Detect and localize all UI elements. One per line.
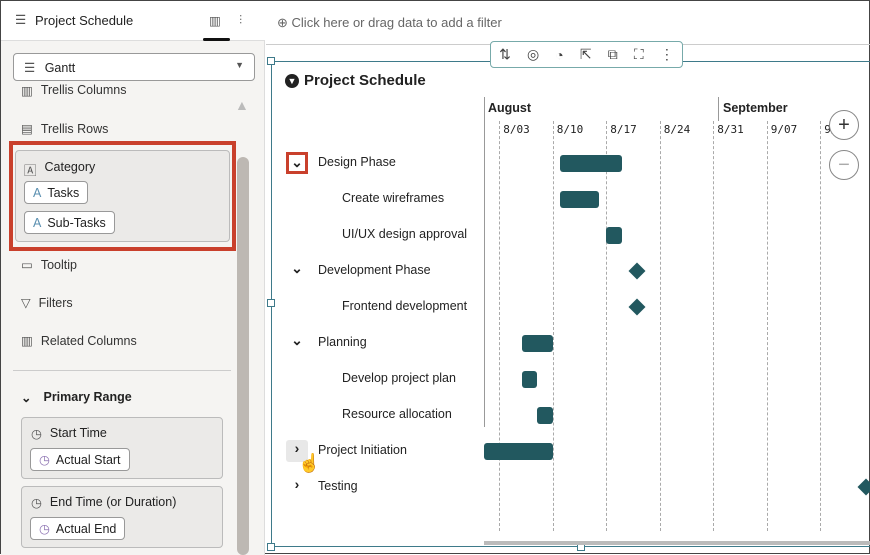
pill-label: Actual Start <box>55 452 121 467</box>
timeline-scrollbar[interactable] <box>484 541 870 545</box>
visualization-canvas[interactable] <box>271 61 870 547</box>
clock-icon: ◷ <box>31 427 42 441</box>
tasks-pill[interactable]: A Tasks <box>24 181 89 204</box>
plus-icon: + <box>838 113 850 136</box>
task-bar[interactable] <box>522 335 553 352</box>
item-label: Filters <box>38 295 73 310</box>
primary-range-header[interactable]: ⌄ Primary Range <box>21 390 132 405</box>
resize-handle[interactable] <box>267 543 275 551</box>
category-label: Category <box>44 160 96 174</box>
rows-icon: ▤ <box>21 122 33 136</box>
category-drop-zone[interactable]: 🄰 Category A Tasks A Sub-Tasks <box>15 150 230 242</box>
chevron-right-icon[interactable]: › <box>286 440 308 462</box>
task-bar[interactable] <box>606 227 622 244</box>
actual-start-pill[interactable]: ◷ Actual Start <box>30 448 130 471</box>
task-bar[interactable] <box>560 191 599 208</box>
item-label: Related Columns <box>40 333 137 348</box>
pill-label: Sub-Tasks <box>47 215 106 230</box>
item-label: Trellis Columns <box>40 83 127 97</box>
panel-header: ☰ Project Schedule ▥ ⫶ <box>1 1 265 41</box>
grammar-tab-icon[interactable]: ▥ <box>209 13 221 28</box>
clock-icon: ◷ <box>39 453 50 467</box>
zoom-out-button[interactable]: − <box>829 150 859 180</box>
clock-icon: ◷ <box>39 522 50 536</box>
chart-title: ▼ Project Schedule <box>285 72 426 89</box>
chevron-right-icon[interactable]: › <box>286 476 308 498</box>
chevron-down-icon[interactable]: ⌄ <box>286 260 308 282</box>
panel-scrollbar[interactable] <box>237 157 249 555</box>
trellis-columns-item[interactable]: ▥ Trellis Columns <box>21 83 126 97</box>
resize-handle[interactable] <box>267 299 275 307</box>
panel-title: Project Schedule <box>35 13 134 28</box>
chevron-down-icon[interactable]: ⌄ <box>286 332 308 354</box>
viz-type-value: Gantt <box>44 61 76 75</box>
text-attribute-icon: A <box>33 215 42 230</box>
properties-tab-icon[interactable]: ⫶ <box>239 13 242 28</box>
tooltip-item[interactable]: ▭ Tooltip <box>21 257 77 273</box>
viz-type-select[interactable]: ☰ Gantt ▼ <box>13 53 255 81</box>
export-icon[interactable]: ⇱ <box>580 46 592 63</box>
tooltip-icon: ▭ <box>21 258 33 272</box>
text-attribute-icon: A <box>33 185 42 200</box>
chevron-down-icon: ▼ <box>235 60 244 70</box>
sort-icon[interactable]: ⇅ <box>499 46 511 63</box>
active-tab-indicator <box>203 38 230 41</box>
gantt-icon: ☰ <box>15 13 27 27</box>
end-time-zone[interactable]: ◷ End Time (or Duration) ◷ Actual End <box>21 486 223 548</box>
target-icon[interactable]: ◎ <box>527 46 539 63</box>
chart-type-icon[interactable]: ◔ <box>555 47 563 63</box>
zone-label: Start Time <box>49 426 107 440</box>
viz-toolbar: ⇅ ◎ ◔ ⇱ ⧉ ⛶ ⋮ <box>490 41 683 68</box>
pill-label: Actual End <box>55 521 117 536</box>
filter-placeholder: Click here or drag data to add a filter <box>291 15 502 30</box>
task-bar[interactable] <box>560 155 622 172</box>
task-bar[interactable] <box>537 407 553 424</box>
related-columns-item[interactable]: ▥ Related Columns <box>21 333 137 349</box>
filters-item[interactable]: ▽ Filters <box>21 295 73 311</box>
chart-title-text: Project Schedule <box>304 72 426 89</box>
divider <box>13 370 231 371</box>
scroll-up-icon[interactable]: ▲ <box>235 97 249 113</box>
pill-label: Tasks <box>47 185 80 200</box>
chevron-down-icon: ⌄ <box>21 391 32 405</box>
filter-bar[interactable]: ⊕ Click here or drag data to add a filte… <box>277 15 502 31</box>
minus-icon: − <box>838 153 850 176</box>
attribute-icon: 🄰 <box>24 164 37 178</box>
columns-icon: ▥ <box>21 334 33 348</box>
filter-funnel-icon: ▼ <box>285 73 299 88</box>
actual-end-pill[interactable]: ◷ Actual End <box>30 517 126 540</box>
add-filter-icon: ⊕ <box>277 15 288 30</box>
filter-icon: ▽ <box>21 296 31 310</box>
item-label: Tooltip <box>40 257 77 272</box>
trellis-rows-item[interactable]: ▤ Trellis Rows <box>21 121 109 137</box>
item-label: Trellis Rows <box>40 121 109 136</box>
task-bar[interactable] <box>484 443 553 460</box>
sub-tasks-pill[interactable]: A Sub-Tasks <box>24 211 115 234</box>
start-time-zone[interactable]: ◷ Start Time ◷ Actual Start <box>21 417 223 479</box>
zone-label: End Time (or Duration) <box>49 495 177 509</box>
maximize-icon[interactable]: ⛶ <box>634 46 644 63</box>
task-bar[interactable] <box>522 371 538 388</box>
columns-icon: ▥ <box>21 83 33 98</box>
zoom-in-button[interactable]: + <box>829 110 859 140</box>
more-icon[interactable]: ⋮ <box>660 46 674 63</box>
resize-handle[interactable] <box>267 57 275 65</box>
gantt-icon: ☰ <box>24 61 36 75</box>
duplicate-icon[interactable]: ⧉ <box>608 46 618 63</box>
chevron-down-icon[interactable]: ⌄ <box>286 152 308 174</box>
clock-icon: ◷ <box>31 496 42 510</box>
section-title: Primary Range <box>43 390 132 404</box>
